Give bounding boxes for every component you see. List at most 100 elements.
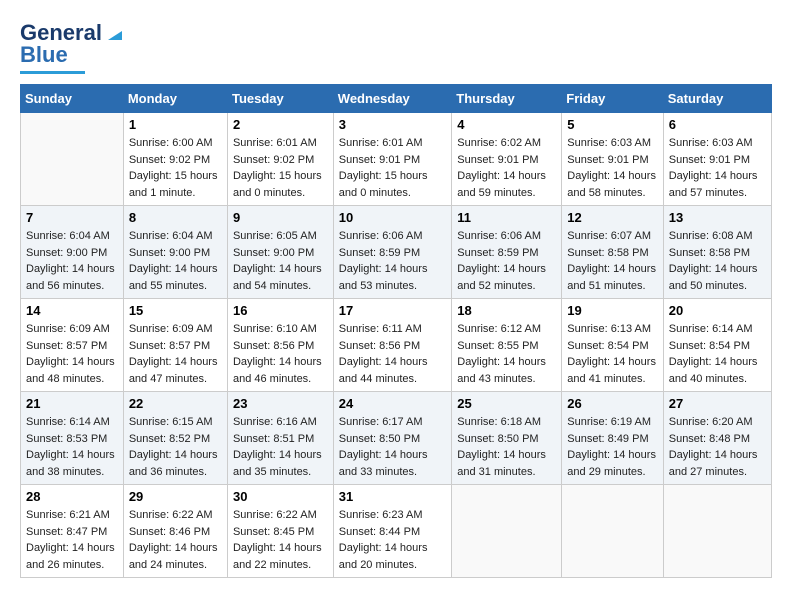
sunset-text: Sunset: 9:02 PM bbox=[129, 154, 210, 166]
day-info: Sunrise: 6:07 AM Sunset: 8:58 PM Dayligh… bbox=[567, 228, 657, 294]
daylight-text: Daylight: 14 hours and 27 minutes. bbox=[669, 449, 758, 478]
sunset-text: Sunset: 8:56 PM bbox=[339, 340, 420, 352]
day-number: 24 bbox=[339, 396, 446, 411]
daylight-text: Daylight: 14 hours and 47 minutes. bbox=[129, 356, 218, 385]
daylight-text: Daylight: 14 hours and 54 minutes. bbox=[233, 263, 322, 292]
calendar-week-5: 28 Sunrise: 6:21 AM Sunset: 8:47 PM Dayl… bbox=[21, 485, 772, 578]
sunrise-text: Sunrise: 6:01 AM bbox=[233, 137, 317, 149]
daylight-text: Daylight: 14 hours and 26 minutes. bbox=[26, 542, 115, 571]
calendar-cell: 5 Sunrise: 6:03 AM Sunset: 9:01 PM Dayli… bbox=[562, 113, 663, 206]
calendar-cell: 8 Sunrise: 6:04 AM Sunset: 9:00 PM Dayli… bbox=[123, 206, 227, 299]
day-number: 30 bbox=[233, 489, 328, 504]
daylight-text: Daylight: 14 hours and 48 minutes. bbox=[26, 356, 115, 385]
sunrise-text: Sunrise: 6:08 AM bbox=[669, 230, 753, 242]
calendar-cell bbox=[663, 485, 771, 578]
daylight-text: Daylight: 15 hours and 0 minutes. bbox=[233, 170, 322, 199]
daylight-text: Daylight: 14 hours and 53 minutes. bbox=[339, 263, 428, 292]
day-number: 25 bbox=[457, 396, 556, 411]
daylight-text: Daylight: 14 hours and 46 minutes. bbox=[233, 356, 322, 385]
calendar-cell: 16 Sunrise: 6:10 AM Sunset: 8:56 PM Dayl… bbox=[227, 299, 333, 392]
sunrise-text: Sunrise: 6:20 AM bbox=[669, 416, 753, 428]
daylight-text: Daylight: 15 hours and 1 minute. bbox=[129, 170, 218, 199]
calendar-cell: 13 Sunrise: 6:08 AM Sunset: 8:58 PM Dayl… bbox=[663, 206, 771, 299]
calendar-cell: 19 Sunrise: 6:13 AM Sunset: 8:54 PM Dayl… bbox=[562, 299, 663, 392]
day-info: Sunrise: 6:21 AM Sunset: 8:47 PM Dayligh… bbox=[26, 507, 118, 573]
sunset-text: Sunset: 9:02 PM bbox=[233, 154, 314, 166]
sunrise-text: Sunrise: 6:21 AM bbox=[26, 509, 110, 521]
day-info: Sunrise: 6:22 AM Sunset: 8:46 PM Dayligh… bbox=[129, 507, 222, 573]
sunrise-text: Sunrise: 6:23 AM bbox=[339, 509, 423, 521]
logo-text-blue: Blue bbox=[20, 42, 68, 68]
sunset-text: Sunset: 9:00 PM bbox=[129, 247, 210, 259]
calendar-cell: 26 Sunrise: 6:19 AM Sunset: 8:49 PM Dayl… bbox=[562, 392, 663, 485]
sunrise-text: Sunrise: 6:16 AM bbox=[233, 416, 317, 428]
calendar-cell: 23 Sunrise: 6:16 AM Sunset: 8:51 PM Dayl… bbox=[227, 392, 333, 485]
daylight-text: Daylight: 14 hours and 43 minutes. bbox=[457, 356, 546, 385]
day-number: 19 bbox=[567, 303, 657, 318]
day-info: Sunrise: 6:14 AM Sunset: 8:53 PM Dayligh… bbox=[26, 414, 118, 480]
day-number: 4 bbox=[457, 117, 556, 132]
header-sunday: Sunday bbox=[21, 85, 124, 113]
daylight-text: Daylight: 14 hours and 51 minutes. bbox=[567, 263, 656, 292]
calendar-cell: 29 Sunrise: 6:22 AM Sunset: 8:46 PM Dayl… bbox=[123, 485, 227, 578]
daylight-text: Daylight: 14 hours and 24 minutes. bbox=[129, 542, 218, 571]
sunrise-text: Sunrise: 6:04 AM bbox=[129, 230, 213, 242]
sunset-text: Sunset: 8:54 PM bbox=[567, 340, 648, 352]
calendar-cell: 7 Sunrise: 6:04 AM Sunset: 9:00 PM Dayli… bbox=[21, 206, 124, 299]
day-info: Sunrise: 6:01 AM Sunset: 9:01 PM Dayligh… bbox=[339, 135, 446, 201]
daylight-text: Daylight: 14 hours and 44 minutes. bbox=[339, 356, 428, 385]
header-wednesday: Wednesday bbox=[333, 85, 451, 113]
sunrise-text: Sunrise: 6:09 AM bbox=[129, 323, 213, 335]
day-info: Sunrise: 6:18 AM Sunset: 8:50 PM Dayligh… bbox=[457, 414, 556, 480]
sunrise-text: Sunrise: 6:18 AM bbox=[457, 416, 541, 428]
day-info: Sunrise: 6:13 AM Sunset: 8:54 PM Dayligh… bbox=[567, 321, 657, 387]
day-info: Sunrise: 6:04 AM Sunset: 9:00 PM Dayligh… bbox=[129, 228, 222, 294]
day-number: 27 bbox=[669, 396, 766, 411]
calendar-cell: 2 Sunrise: 6:01 AM Sunset: 9:02 PM Dayli… bbox=[227, 113, 333, 206]
day-info: Sunrise: 6:09 AM Sunset: 8:57 PM Dayligh… bbox=[129, 321, 222, 387]
sunrise-text: Sunrise: 6:22 AM bbox=[129, 509, 213, 521]
day-number: 29 bbox=[129, 489, 222, 504]
day-number: 7 bbox=[26, 210, 118, 225]
day-number: 22 bbox=[129, 396, 222, 411]
sunrise-text: Sunrise: 6:06 AM bbox=[457, 230, 541, 242]
day-info: Sunrise: 6:14 AM Sunset: 8:54 PM Dayligh… bbox=[669, 321, 766, 387]
day-number: 1 bbox=[129, 117, 222, 132]
sunrise-text: Sunrise: 6:14 AM bbox=[669, 323, 753, 335]
sunrise-text: Sunrise: 6:19 AM bbox=[567, 416, 651, 428]
logo-arrow-icon bbox=[104, 22, 126, 44]
day-info: Sunrise: 6:17 AM Sunset: 8:50 PM Dayligh… bbox=[339, 414, 446, 480]
sunset-text: Sunset: 8:55 PM bbox=[457, 340, 538, 352]
sunrise-text: Sunrise: 6:10 AM bbox=[233, 323, 317, 335]
header-tuesday: Tuesday bbox=[227, 85, 333, 113]
day-info: Sunrise: 6:03 AM Sunset: 9:01 PM Dayligh… bbox=[669, 135, 766, 201]
day-number: 26 bbox=[567, 396, 657, 411]
sunset-text: Sunset: 8:44 PM bbox=[339, 526, 420, 538]
sunset-text: Sunset: 8:54 PM bbox=[669, 340, 750, 352]
calendar-week-2: 7 Sunrise: 6:04 AM Sunset: 9:00 PM Dayli… bbox=[21, 206, 772, 299]
header-thursday: Thursday bbox=[452, 85, 562, 113]
calendar-cell: 4 Sunrise: 6:02 AM Sunset: 9:01 PM Dayli… bbox=[452, 113, 562, 206]
day-info: Sunrise: 6:22 AM Sunset: 8:45 PM Dayligh… bbox=[233, 507, 328, 573]
calendar-cell: 15 Sunrise: 6:09 AM Sunset: 8:57 PM Dayl… bbox=[123, 299, 227, 392]
day-info: Sunrise: 6:09 AM Sunset: 8:57 PM Dayligh… bbox=[26, 321, 118, 387]
sunset-text: Sunset: 8:59 PM bbox=[339, 247, 420, 259]
day-number: 20 bbox=[669, 303, 766, 318]
day-number: 10 bbox=[339, 210, 446, 225]
sunset-text: Sunset: 8:45 PM bbox=[233, 526, 314, 538]
sunset-text: Sunset: 8:47 PM bbox=[26, 526, 107, 538]
day-number: 2 bbox=[233, 117, 328, 132]
sunrise-text: Sunrise: 6:15 AM bbox=[129, 416, 213, 428]
day-info: Sunrise: 6:11 AM Sunset: 8:56 PM Dayligh… bbox=[339, 321, 446, 387]
daylight-text: Daylight: 14 hours and 38 minutes. bbox=[26, 449, 115, 478]
calendar-cell: 28 Sunrise: 6:21 AM Sunset: 8:47 PM Dayl… bbox=[21, 485, 124, 578]
daylight-text: Daylight: 14 hours and 55 minutes. bbox=[129, 263, 218, 292]
sunset-text: Sunset: 8:46 PM bbox=[129, 526, 210, 538]
daylight-text: Daylight: 14 hours and 20 minutes. bbox=[339, 542, 428, 571]
calendar-cell: 11 Sunrise: 6:06 AM Sunset: 8:59 PM Dayl… bbox=[452, 206, 562, 299]
day-number: 3 bbox=[339, 117, 446, 132]
day-number: 21 bbox=[26, 396, 118, 411]
day-number: 28 bbox=[26, 489, 118, 504]
calendar-cell: 9 Sunrise: 6:05 AM Sunset: 9:00 PM Dayli… bbox=[227, 206, 333, 299]
day-info: Sunrise: 6:06 AM Sunset: 8:59 PM Dayligh… bbox=[339, 228, 446, 294]
